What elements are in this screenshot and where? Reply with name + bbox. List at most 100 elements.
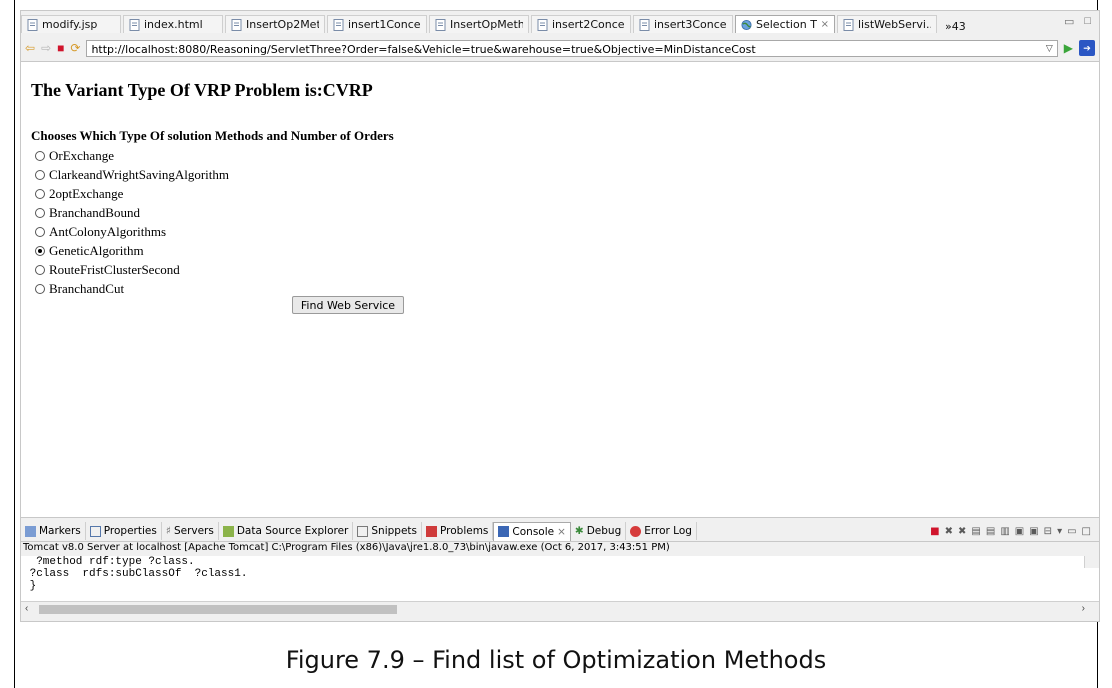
radio-option[interactable]: 2optExchange xyxy=(35,184,229,203)
go-icon[interactable]: ▶ xyxy=(1064,41,1073,55)
horizontal-scrollbar[interactable]: ‹ › xyxy=(21,601,1099,615)
file-icon xyxy=(843,18,854,31)
forward-arrow-icon[interactable]: ⇨ xyxy=(41,42,51,54)
open-console-icon[interactable]: ⊟ xyxy=(1044,526,1052,537)
tab-overflow-button[interactable]: »43 xyxy=(939,20,975,33)
error-log-icon xyxy=(630,525,642,537)
radio-button[interactable] xyxy=(35,169,45,180)
tab-problems[interactable]: Problems xyxy=(422,522,494,540)
back-arrow-icon[interactable]: ⇦ xyxy=(25,42,35,54)
radio-button[interactable] xyxy=(35,226,45,237)
close-icon[interactable]: × xyxy=(557,526,566,538)
remove-all-icon[interactable]: ✖ xyxy=(958,526,966,537)
scroll-lock-icon[interactable]: ▤ xyxy=(971,526,980,537)
vertical-scrollbar[interactable] xyxy=(1084,556,1099,568)
terminate-icon[interactable]: ■ xyxy=(930,526,939,537)
console-line: } xyxy=(23,580,37,592)
method-radio-group: OrExchange ClarkeandWrightSavingAlgorith… xyxy=(35,146,229,298)
find-web-service-button[interactable]: Find Web Service xyxy=(292,296,404,314)
console-launch-description: Tomcat v8.0 Server at localhost [Apache … xyxy=(23,542,670,553)
tab-insert2conce[interactable]: insert2Conce... xyxy=(531,15,631,33)
refresh-icon[interactable]: ⟳ xyxy=(70,42,80,54)
console-icon xyxy=(498,526,510,537)
word-wrap-icon[interactable]: ▤ xyxy=(986,526,995,537)
display-console-icon[interactable]: ▣ xyxy=(1029,526,1038,537)
file-icon xyxy=(129,18,140,31)
remove-launch-icon[interactable]: ✖ xyxy=(945,526,953,537)
scroll-left-icon[interactable]: ‹ xyxy=(21,603,28,614)
tab-console[interactable]: Console × xyxy=(493,521,571,541)
radio-label: GeneticAlgorithm xyxy=(49,242,144,258)
browser-toolbar: ⇦ ⇨ ■ ⟳ http://localhost:8080/Reasoning/… xyxy=(21,37,1099,59)
radio-label: BranchandCut xyxy=(49,280,125,296)
radio-label: AntColonyAlgorithms xyxy=(49,223,167,239)
radio-button[interactable] xyxy=(35,207,45,218)
tab-insert1conce[interactable]: insert1Conce... xyxy=(327,15,427,33)
file-icon xyxy=(435,18,446,31)
tab-markers[interactable]: Markers xyxy=(21,522,86,540)
radio-option[interactable]: BranchandCut xyxy=(35,279,229,298)
pin-console-icon[interactable]: ▣ xyxy=(1015,526,1024,537)
url-field[interactable]: http://localhost:8080/Reasoning/ServletT… xyxy=(86,39,1058,57)
tab-insertopmeth[interactable]: InsertOpMeth... xyxy=(429,15,529,33)
tab-selection-three[interactable]: Selection Th... × xyxy=(735,15,835,33)
minimize-icon[interactable]: ▭ xyxy=(1067,526,1076,537)
maximize-icon[interactable]: □ xyxy=(1082,526,1091,537)
radio-button[interactable] xyxy=(35,188,45,199)
problems-icon xyxy=(426,525,437,537)
radio-option[interactable]: RouteFristClusterSecond xyxy=(35,260,229,279)
radio-option[interactable]: OrExchange xyxy=(35,146,229,165)
console-output[interactable]: ?method rdf:type ?class. ?class rdfs:sub… xyxy=(21,556,1099,601)
radio-option[interactable]: ClarkeandWrightSavingAlgorithm xyxy=(35,165,229,184)
tab-modify-jsp[interactable]: modify.jsp xyxy=(21,15,121,33)
tab-properties[interactable]: Properties xyxy=(86,522,162,540)
radio-button[interactable] xyxy=(35,283,45,294)
chevron-down-icon[interactable]: ▽ xyxy=(1046,41,1053,56)
tab-label: Problems xyxy=(440,525,489,537)
radio-button[interactable] xyxy=(35,264,45,275)
close-icon[interactable]: × xyxy=(821,19,829,30)
file-icon xyxy=(333,18,344,31)
tab-listwebservi[interactable]: listWebServi... xyxy=(837,15,937,33)
tab-label: Error Log xyxy=(644,525,692,537)
radio-label: OrExchange xyxy=(49,147,114,163)
console-line: ?method rdf:type ?class. xyxy=(23,556,195,568)
snippets-icon xyxy=(357,525,369,537)
tab-debug[interactable]: ✱ Debug xyxy=(571,522,627,540)
tab-label: InsertOp2Met... xyxy=(246,18,319,31)
show-console-icon[interactable]: ▥ xyxy=(1000,526,1009,537)
view-tab-bar: Markers Properties ♯ Servers Data Source … xyxy=(21,521,1099,542)
minimize-icon[interactable]: ▭ xyxy=(1064,15,1074,28)
tab-label: Debug xyxy=(586,525,622,537)
scroll-right-icon[interactable]: › xyxy=(1082,603,1099,614)
radio-button-selected[interactable] xyxy=(35,245,45,256)
tab-insert3conce[interactable]: insert3Conce... xyxy=(633,15,733,33)
tab-label: listWebServi... xyxy=(858,18,931,31)
tab-label: insert3Conce... xyxy=(654,18,727,31)
tab-servers[interactable]: ♯ Servers xyxy=(162,522,219,540)
external-browser-icon[interactable]: ➔ xyxy=(1079,40,1095,56)
tab-insertop2met[interactable]: InsertOp2Met... xyxy=(225,15,325,33)
properties-icon xyxy=(89,525,101,537)
tab-label: index.html xyxy=(144,18,203,31)
radio-option[interactable]: AntColonyAlgorithms xyxy=(35,222,229,241)
view-menu-icon[interactable]: ▾ xyxy=(1057,526,1062,537)
tab-data-source-explorer[interactable]: Data Source Explorer xyxy=(219,522,354,540)
tab-error-log[interactable]: Error Log xyxy=(626,522,697,540)
tab-label: Selection Th... xyxy=(756,18,817,31)
radio-label: RouteFristClusterSecond xyxy=(49,261,180,277)
stop-icon[interactable]: ■ xyxy=(57,42,64,54)
radio-option[interactable]: BranchandBound xyxy=(35,203,229,222)
scrollbar-thumb[interactable] xyxy=(39,605,397,614)
radio-option[interactable]: GeneticAlgorithm xyxy=(35,241,229,260)
tab-label: InsertOpMeth... xyxy=(450,18,523,31)
file-icon xyxy=(27,18,38,31)
file-icon xyxy=(537,18,548,31)
radio-button[interactable] xyxy=(35,150,45,161)
tab-label: insert1Conce... xyxy=(348,18,421,31)
file-icon xyxy=(639,18,650,31)
tab-index-html[interactable]: index.html xyxy=(123,15,223,33)
tab-snippets[interactable]: Snippets xyxy=(353,522,422,540)
page-title: The Variant Type Of VRP Problem is:CVRP xyxy=(31,80,373,100)
maximize-icon[interactable]: □ xyxy=(1084,15,1091,28)
